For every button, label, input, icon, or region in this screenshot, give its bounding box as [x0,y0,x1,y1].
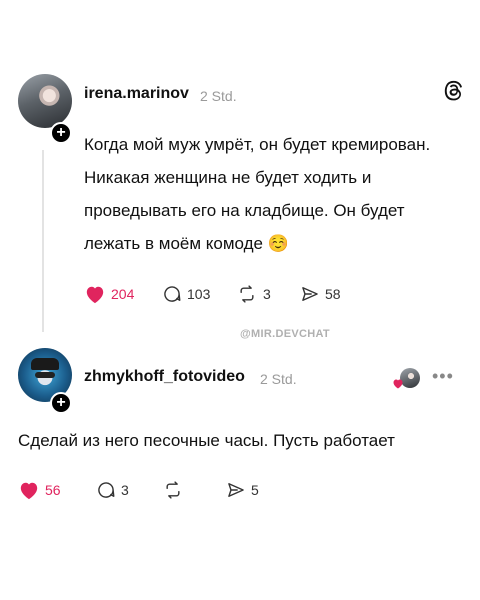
heart-icon [20,482,38,500]
share-button[interactable]: 58 [300,284,341,304]
liked-by-author [392,368,422,392]
reply-count: 3 [121,482,129,498]
like-button[interactable]: 204 [84,284,134,304]
reply-text: Сделай из него песочные часы. Пусть рабо… [18,431,395,450]
comment-icon [98,482,115,498]
repost-icon [166,481,180,499]
more-icon[interactable]: ••• [432,366,454,387]
repost-count: 3 [263,286,271,302]
share-button[interactable]: 5 [226,480,259,500]
post-username[interactable]: irena.marinov [84,85,189,103]
reply-button[interactable]: 3 [96,480,129,500]
share-count: 5 [251,482,259,498]
follow-plus-icon[interactable]: + [50,392,72,414]
reply-username[interactable]: zhmykhoff_fotovideo [84,368,245,386]
like-button[interactable]: 56 [18,480,61,500]
like-count: 204 [111,286,135,302]
repost-icon [240,285,254,303]
watermark: @MIR.DEVCHAT [240,328,330,340]
repost-button[interactable]: 3 [236,284,271,304]
post-time: 2 Std. [200,88,237,104]
heart-icon [393,379,403,389]
thread-line [42,150,44,332]
share-icon [228,483,244,497]
comment-icon [164,286,181,302]
avatar-irena[interactable] [18,74,72,128]
reply-count: 103 [187,286,211,302]
share-count: 58 [325,286,341,302]
threads-logo-icon[interactable] [441,78,467,104]
like-count: 56 [45,482,61,498]
share-icon [302,287,318,301]
reply-button[interactable]: 103 [162,284,210,304]
heart-icon [86,286,104,304]
reply-time: 2 Std. [260,371,297,387]
post-text: Когда мой муж умрёт, он будет кремирован… [84,135,431,253]
repost-button[interactable] [162,480,189,500]
follow-plus-icon[interactable]: + [50,122,72,144]
